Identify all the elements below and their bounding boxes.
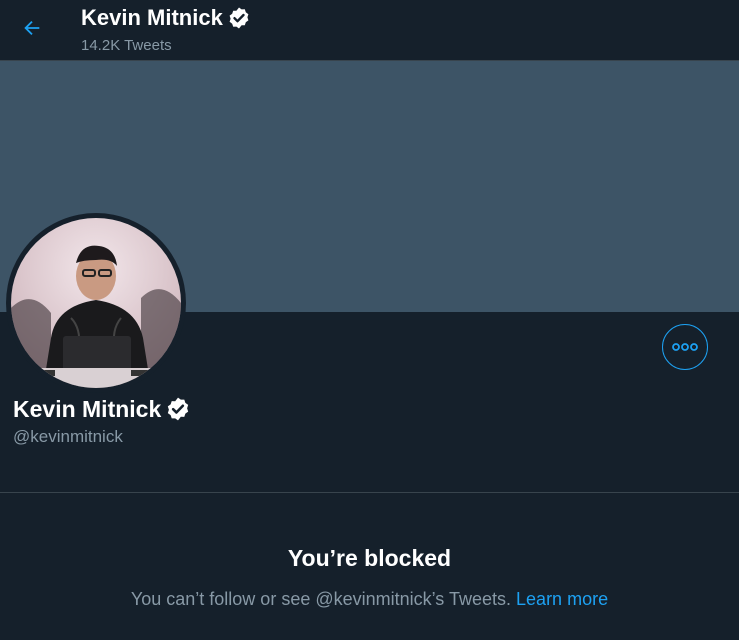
arrow-left-icon (24, 20, 40, 36)
profile-handle: @kevinmitnick (13, 427, 123, 446)
verified-badge-icon (229, 7, 249, 29)
profile-name-text: Kevin Mitnick (13, 396, 162, 422)
profile-header: Kevin Mitnick 14.2K Tweets (0, 0, 739, 60)
tweet-count: 14.2K Tweets (81, 37, 172, 54)
avatar-photo (11, 218, 181, 388)
avatar[interactable] (6, 213, 186, 393)
verified-badge-icon (168, 397, 189, 421)
section-divider (0, 492, 739, 493)
header-title: Kevin Mitnick (81, 4, 251, 32)
learn-more-link[interactable]: Learn more (516, 589, 608, 609)
blocked-message-text: You can’t follow or see @kevinmitnick’s … (130, 589, 512, 609)
more-dots-icon (672, 343, 698, 351)
blocked-title: You’re blocked (287, 545, 452, 571)
blocked-message: You can’t follow or see @kevinmitnick’s … (0, 587, 739, 611)
header-name-text: Kevin Mitnick (81, 5, 223, 30)
more-options-button[interactable] (662, 324, 708, 370)
profile-name: Kevin Mitnick (13, 394, 191, 424)
back-button[interactable] (14, 10, 50, 46)
